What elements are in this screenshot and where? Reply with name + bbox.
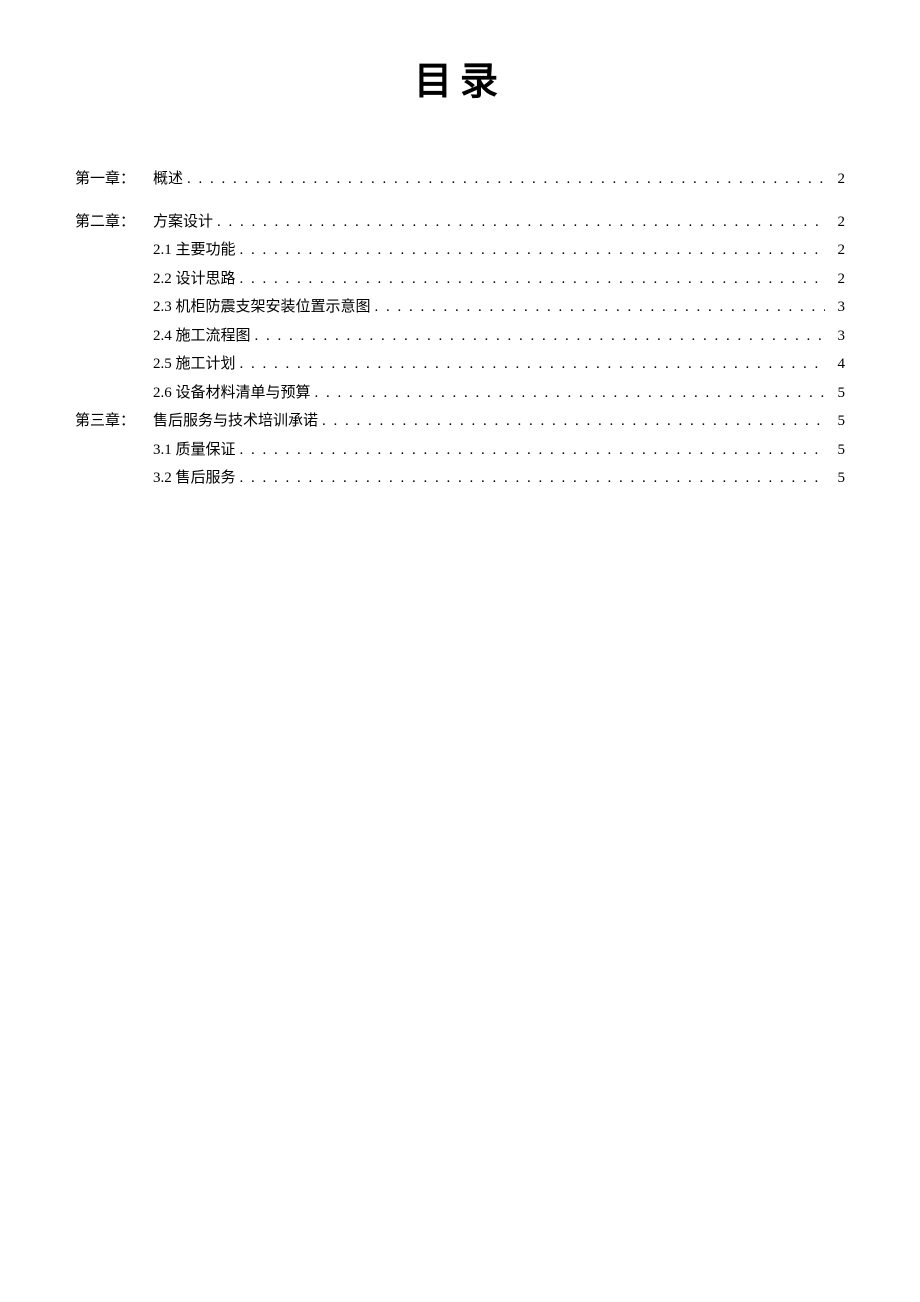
toc-entry-label: 2.5 施工计划 xyxy=(153,350,236,379)
toc-entry-label: 概述 xyxy=(153,165,183,194)
toc-entry: 3.2 售后服务 5 xyxy=(75,464,845,493)
toc-entry-page: 2 xyxy=(831,165,845,194)
toc-entry-leader xyxy=(255,322,825,351)
toc-entry-leader xyxy=(240,436,825,465)
toc-entry-leader xyxy=(240,265,825,294)
toc-entry-page: 5 xyxy=(831,436,845,465)
toc-title: 目录 xyxy=(75,50,845,105)
toc-entry: 2.2 设计思路 2 xyxy=(75,265,845,294)
toc-entry-leader xyxy=(240,350,825,379)
toc-entry-leader xyxy=(240,464,825,493)
toc-entry-label: 方案设计 xyxy=(153,208,213,237)
toc-entry: 2.5 施工计划 4 xyxy=(75,350,845,379)
toc-entry-leader xyxy=(240,236,825,265)
toc-entry-page: 4 xyxy=(831,350,845,379)
toc-entry-leader xyxy=(187,165,825,194)
toc-entry: 第三章：售后服务与技术培训承诺 5 xyxy=(75,407,845,436)
toc-entry-label: 3.1 质量保证 xyxy=(153,436,236,465)
toc-entry: 第二章：方案设计 2 xyxy=(75,208,845,237)
toc-entry-label: 售后服务与技术培训承诺 xyxy=(153,407,318,436)
toc-entry: 2.4 施工流程图 3 xyxy=(75,322,845,351)
toc-entry-prefix: 第二章： xyxy=(75,208,153,237)
toc-entry-page: 5 xyxy=(831,379,845,408)
toc-entry-leader xyxy=(217,208,825,237)
toc-entry-page: 3 xyxy=(831,322,845,351)
toc-entry: 2.1 主要功能 2 xyxy=(75,236,845,265)
toc-entry-page: 2 xyxy=(831,236,845,265)
toc-entry-label: 2.2 设计思路 xyxy=(153,265,236,294)
toc-entry-page: 2 xyxy=(831,265,845,294)
toc-entry-label: 3.2 售后服务 xyxy=(153,464,236,493)
toc-entry-label: 2.1 主要功能 xyxy=(153,236,236,265)
toc-entry-label: 2.6 设备材料清单与预算 xyxy=(153,379,311,408)
toc-entry-page: 5 xyxy=(831,464,845,493)
toc-entry-leader xyxy=(315,379,825,408)
toc-entry-label: 2.4 施工流程图 xyxy=(153,322,251,351)
toc-entry-label: 2.3 机柜防震支架安装位置示意图 xyxy=(153,293,371,322)
toc-entry-page: 3 xyxy=(831,293,845,322)
toc-entry-prefix: 第三章： xyxy=(75,407,153,436)
toc-entry-page: 2 xyxy=(831,208,845,237)
toc-entry: 2.6 设备材料清单与预算 5 xyxy=(75,379,845,408)
toc-entry-leader xyxy=(322,407,825,436)
toc-entry: 第一章：概述 2 xyxy=(75,165,845,194)
toc-entry-page: 5 xyxy=(831,407,845,436)
toc-entry: 3.1 质量保证 5 xyxy=(75,436,845,465)
toc-entry-leader xyxy=(375,293,825,322)
toc-entry-prefix: 第一章： xyxy=(75,165,153,194)
toc-list: 第一章：概述2第二章：方案设计22.1 主要功能22.2 设计思路22.3 机柜… xyxy=(75,165,845,493)
toc-entry: 2.3 机柜防震支架安装位置示意图 3 xyxy=(75,293,845,322)
